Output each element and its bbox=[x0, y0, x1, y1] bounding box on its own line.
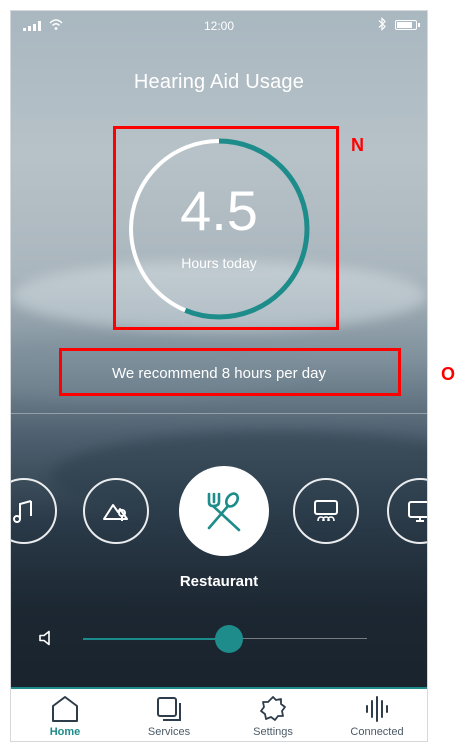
outdoor-icon bbox=[103, 504, 128, 521]
music-icon bbox=[13, 500, 32, 523]
tab-connected[interactable]: Connected bbox=[325, 695, 427, 738]
page-title: Hearing Aid Usage bbox=[133, 71, 305, 93]
program-outdoor-button[interactable] bbox=[83, 478, 149, 544]
tab-connected-label: Connected bbox=[350, 726, 404, 738]
status-bar: 12:00 bbox=[11, 11, 427, 39]
program-restaurant-button[interactable] bbox=[179, 466, 269, 556]
program-music-button[interactable] bbox=[11, 478, 57, 544]
tab-bar: Home Services Settings Connected bbox=[11, 687, 427, 741]
home-icon bbox=[52, 696, 78, 722]
tab-settings-label: Settings bbox=[253, 726, 293, 738]
divider bbox=[11, 413, 427, 414]
services-icon bbox=[157, 697, 181, 721]
annotation-box-n bbox=[113, 126, 339, 330]
program-audience-button[interactable] bbox=[293, 478, 359, 544]
volume-icon bbox=[39, 630, 50, 646]
volume-slider-track[interactable] bbox=[229, 638, 367, 639]
annotation-label-o: O bbox=[441, 364, 456, 384]
battery-icon bbox=[395, 20, 420, 30]
selected-program-label: Restaurant bbox=[179, 573, 259, 590]
settings-icon bbox=[260, 696, 286, 721]
tv-icon bbox=[408, 501, 427, 522]
volume-slider-fill[interactable] bbox=[83, 638, 229, 640]
connected-icon bbox=[366, 696, 388, 722]
tab-home-label: Home bbox=[49, 726, 81, 738]
annotation-box-o bbox=[59, 348, 401, 396]
status-time: 12:00 bbox=[203, 19, 235, 33]
tab-services-label: Services bbox=[147, 726, 191, 738]
tab-settings[interactable]: Settings bbox=[221, 695, 325, 738]
restaurant-icon bbox=[207, 492, 241, 532]
phone-screen: 12:00 Hearing Aid Usage 4.5 Hours today … bbox=[10, 10, 428, 742]
tab-home[interactable]: Home bbox=[13, 695, 117, 738]
volume-slider-thumb[interactable] bbox=[215, 625, 243, 653]
annotation-label-n: N bbox=[351, 135, 364, 155]
audience-icon bbox=[314, 500, 338, 522]
bluetooth-icon bbox=[378, 17, 386, 31]
tab-services[interactable]: Services bbox=[117, 695, 221, 738]
